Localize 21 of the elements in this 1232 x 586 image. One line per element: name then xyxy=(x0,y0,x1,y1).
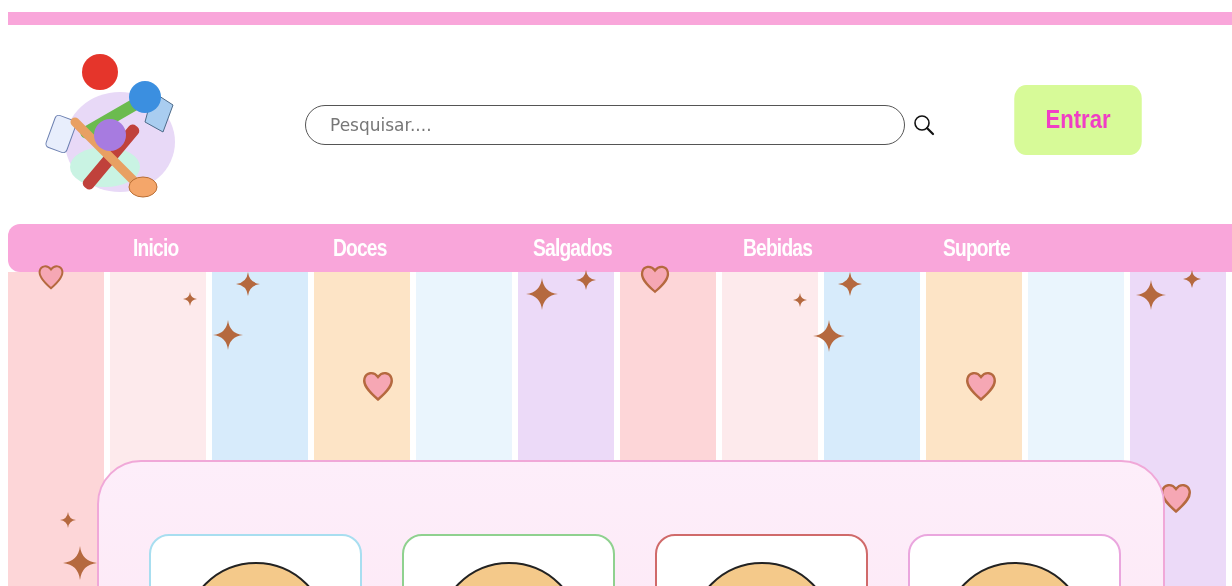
search-field[interactable]: Pesquisar.... xyxy=(305,104,905,145)
nav-link[interactable]: Suporte xyxy=(943,234,1103,262)
nav-link[interactable]: Inicio xyxy=(133,234,293,262)
sparkle-icon xyxy=(183,292,197,306)
sparkle-icon xyxy=(813,320,845,352)
sparkle-icon xyxy=(838,272,862,296)
sparkle-icon xyxy=(1136,280,1166,310)
sparkle-icon xyxy=(526,278,558,310)
sparkle-icon xyxy=(213,320,243,350)
sparkle-icon xyxy=(60,512,76,528)
login-button[interactable]: Entrar xyxy=(1014,84,1142,155)
heart-icon xyxy=(36,262,66,292)
nav-link[interactable]: Doces xyxy=(333,234,493,262)
sparkle-icon xyxy=(63,546,97,580)
search-icon[interactable] xyxy=(913,113,935,136)
sparkle-icon xyxy=(576,270,596,290)
nav-link[interactable]: Bebidas xyxy=(743,234,903,262)
sparkle-icon xyxy=(1183,270,1201,288)
sparkle-icon xyxy=(236,272,260,296)
nav-link[interactable]: Salgados xyxy=(533,234,701,262)
sparkle-icon xyxy=(793,293,807,307)
